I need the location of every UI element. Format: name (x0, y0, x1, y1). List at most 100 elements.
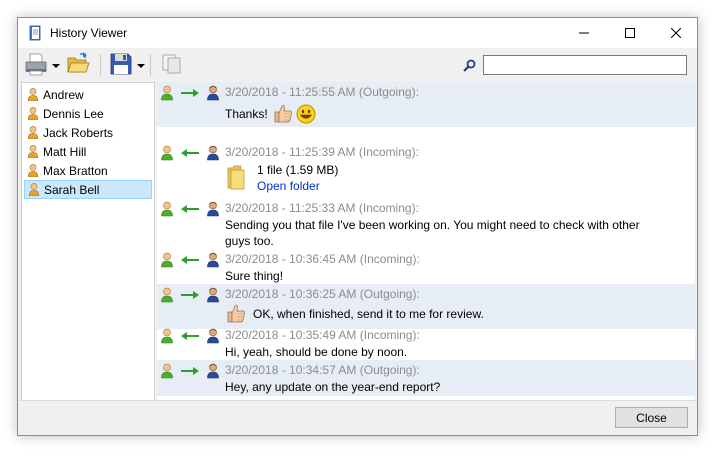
contact-item[interactable]: Matt Hill (24, 142, 152, 161)
save-button[interactable] (109, 53, 133, 77)
maximize-icon (625, 28, 635, 38)
window-title: History Viewer (50, 26, 128, 40)
contact-list[interactable]: Andrew Dennis Lee Jack Roberts Matt Hill… (21, 82, 155, 402)
contact-user-icon (27, 163, 39, 178)
sender-user-icon (207, 252, 219, 268)
message-body: OK, when finished, send it to me for rev… (225, 303, 484, 325)
contact-item[interactable]: Andrew (24, 85, 152, 104)
message-entry: 3/20/2018 - 10:35:49 AM (Incoming): Hi, … (157, 325, 695, 361)
thumbs-up-icon (227, 304, 245, 323)
contact-name: Andrew (43, 87, 84, 102)
sender-user-icon (207, 145, 219, 161)
recipient-user-icon (161, 252, 173, 268)
recipient-user-icon (161, 145, 173, 161)
search-input[interactable] (483, 55, 687, 75)
sender-user-icon (161, 287, 173, 303)
maximize-button[interactable] (607, 18, 653, 48)
copy-icon (160, 52, 184, 79)
folder-icon (227, 164, 245, 193)
message-direction (159, 328, 221, 344)
toolbar (18, 48, 697, 82)
footer-bar: Close (18, 400, 697, 435)
contact-item[interactable]: Max Bratton (24, 161, 152, 180)
message-timestamp: 3/20/2018 - 11:25:33 AM (Incoming): (225, 201, 419, 215)
incoming-arrow-icon (180, 204, 200, 214)
contact-item-selected[interactable]: Sarah Bell (24, 180, 152, 199)
contact-name: Max Bratton (43, 163, 108, 178)
message-history-pane[interactable]: 3/20/2018 - 11:25:55 AM (Outgoing): Than… (157, 82, 695, 402)
message-text: Sure thing! (225, 269, 284, 283)
toolbar-separator (150, 54, 151, 76)
contact-user-icon (27, 87, 39, 102)
incoming-arrow-icon (180, 255, 200, 265)
message-text: Hey, any update on the year-end report? (225, 380, 441, 394)
contact-user-icon (27, 144, 39, 159)
incoming-arrow-icon (180, 331, 200, 341)
close-icon (671, 28, 681, 38)
message-entry: 3/20/2018 - 10:34:57 AM (Outgoing): Hey,… (157, 360, 695, 396)
print-icon (24, 52, 48, 79)
message-direction (159, 363, 221, 379)
print-options-dropdown[interactable] (52, 53, 60, 77)
recipient-user-icon (161, 328, 173, 344)
message-text: Thanks! (225, 107, 268, 121)
history-viewer-window: History Viewer Andrew Dennis Lee Jack Ro… (17, 17, 698, 436)
open-folder-icon (66, 51, 90, 79)
message-text: Sending you that file I've been working … (225, 218, 640, 232)
message-timestamp: 3/20/2018 - 10:36:45 AM (Incoming): (225, 252, 420, 266)
contact-user-icon (28, 182, 40, 197)
contact-name: Jack Roberts (43, 125, 114, 140)
toolbar-separator (100, 54, 101, 76)
recipient-user-icon (207, 85, 219, 101)
sender-user-icon (161, 85, 173, 101)
contact-item[interactable]: Dennis Lee (24, 104, 152, 123)
message-entry: 3/20/2018 - 11:25:55 AM (Outgoing): Than… (157, 82, 695, 127)
message-body: Thanks! (225, 103, 316, 125)
title-bar[interactable]: History Viewer (18, 18, 697, 48)
message-entry: 3/20/2018 - 11:25:33 AM (Incoming): Send… (157, 198, 695, 251)
copy-button[interactable] (160, 53, 184, 77)
print-button[interactable] (24, 53, 48, 77)
history-book-icon (27, 25, 43, 41)
sender-user-icon (207, 328, 219, 344)
contact-name: Dennis Lee (43, 106, 104, 121)
outgoing-arrow-icon (180, 290, 200, 300)
open-folder-link[interactable]: Open folder (257, 178, 320, 194)
message-text: Hi, yeah, should be done by noon. (225, 345, 408, 359)
contact-user-icon (27, 125, 39, 140)
message-timestamp: 3/20/2018 - 11:25:39 AM (Incoming): (225, 145, 419, 159)
message-timestamp: 3/20/2018 - 10:34:57 AM (Outgoing): (225, 363, 420, 377)
message-timestamp: 3/20/2018 - 10:36:25 AM (Outgoing): (225, 287, 420, 301)
message-direction (159, 252, 221, 268)
message-timestamp: 3/20/2018 - 10:35:49 AM (Incoming): (225, 328, 420, 342)
save-disk-icon (109, 52, 133, 79)
sender-user-icon (207, 201, 219, 217)
contact-user-icon (27, 106, 39, 121)
contact-name: Sarah Bell (44, 182, 100, 197)
close-button[interactable]: Close (615, 407, 688, 428)
save-options-dropdown[interactable] (137, 53, 145, 77)
contact-item[interactable]: Jack Roberts (24, 123, 152, 142)
message-direction (159, 145, 221, 161)
message-text: OK, when finished, send it to me for rev… (253, 307, 484, 321)
message-direction (159, 85, 221, 101)
sender-user-icon (161, 363, 173, 379)
message-entry: 3/20/2018 - 10:36:25 AM (Outgoing): OK, … (157, 284, 695, 329)
file-info: 1 file (1.59 MB) (257, 163, 339, 177)
smiley-icon (296, 104, 316, 124)
recipient-user-icon (207, 363, 219, 379)
message-entry: 3/20/2018 - 10:36:45 AM (Incoming): Sure… (157, 249, 695, 285)
recipient-user-icon (207, 287, 219, 303)
open-folder-button[interactable] (66, 51, 90, 79)
outgoing-arrow-icon (180, 88, 200, 98)
message-timestamp: 3/20/2018 - 11:25:55 AM (Outgoing): (225, 85, 419, 99)
dropdown-arrow-icon (52, 58, 60, 72)
incoming-arrow-icon (180, 148, 200, 158)
search-icon (463, 59, 476, 75)
close-window-button[interactable] (653, 18, 699, 48)
recipient-user-icon (161, 201, 173, 217)
message-entry: 3/20/2018 - 11:25:39 AM (Incoming): 1 fi… (157, 142, 695, 198)
outgoing-arrow-icon (180, 366, 200, 376)
message-direction (159, 287, 221, 303)
minimize-button[interactable] (561, 18, 607, 48)
